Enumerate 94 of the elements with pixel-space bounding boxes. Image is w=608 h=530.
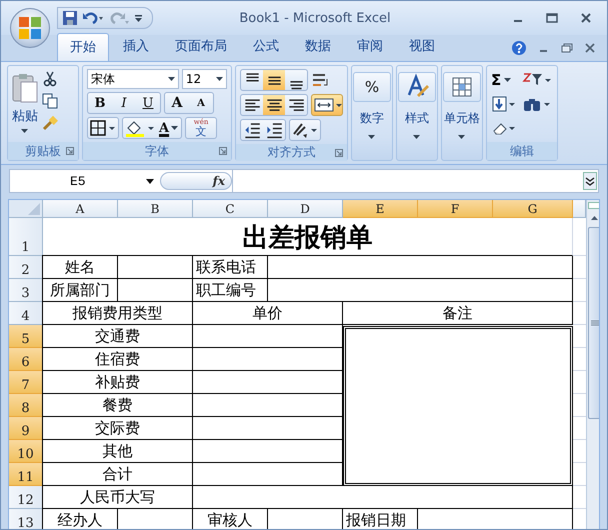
caret-icon (368, 135, 376, 140)
align-button[interactable] (263, 70, 285, 90)
column-header[interactable]: B (118, 200, 193, 218)
corner-triangle-icon (28, 203, 40, 215)
column-header[interactable]: E (343, 200, 418, 218)
undo-icon[interactable] (82, 10, 104, 26)
number-button[interactable]: % 数字 (352, 70, 392, 160)
shrink-font-button[interactable]: A (189, 93, 213, 113)
row-header[interactable]: 5 (9, 325, 43, 348)
group-label: 对齐方式 (268, 144, 316, 161)
table-cell: 餐费 (43, 394, 193, 417)
row-header[interactable]: 3 (9, 279, 43, 302)
grow-font-button[interactable]: A (165, 93, 189, 113)
row-header[interactable]: 11 (9, 463, 43, 486)
close-icon[interactable] (581, 13, 591, 23)
table-cell: 报销费用类型 (43, 302, 193, 325)
table-cell: 交通费 (43, 325, 193, 348)
name-box[interactable]: E5 (10, 170, 160, 192)
table-cell: 交际费 (43, 417, 193, 440)
group-label: 剪贴板 (25, 142, 61, 160)
table-cell: 所属部门 (43, 279, 118, 302)
help-icon[interactable] (511, 40, 527, 56)
caret-icon (413, 135, 421, 140)
bold-button[interactable]: B (88, 93, 112, 113)
paste-button[interactable]: 粘贴 (12, 69, 38, 139)
row-header[interactable]: 9 (9, 417, 43, 440)
table-cell: 住宿费 (43, 348, 193, 371)
row-header[interactable]: 4 (9, 302, 43, 325)
close-icon[interactable] (585, 43, 595, 53)
save-icon[interactable] (62, 10, 78, 26)
table-cell: 报销日期 (343, 509, 418, 529)
row-header[interactable]: 8 (9, 394, 43, 417)
column-header[interactable]: A (43, 200, 118, 218)
italic-button[interactable]: I (112, 93, 136, 113)
column-header[interactable]: C (193, 200, 268, 218)
row-header[interactable]: 12 (9, 486, 43, 509)
caret-icon (216, 77, 223, 81)
scissors-icon[interactable] (42, 71, 58, 87)
row-header[interactable]: 2 (9, 256, 43, 279)
restore-icon[interactable] (561, 43, 573, 53)
merge-center-button[interactable] (311, 94, 343, 116)
ribbon-tab[interactable]: 审阅 (345, 33, 395, 61)
row-header[interactable]: 1 (9, 218, 43, 256)
table-cell: 备注 (343, 302, 573, 325)
font-name-box[interactable]: 宋体 (87, 69, 179, 89)
table-cell: 人民币大写 (43, 486, 193, 509)
ribbon-tab[interactable]: 数据 (293, 33, 343, 61)
column-header[interactable]: D (268, 200, 343, 218)
caret-icon (504, 78, 512, 82)
ribbon-tab[interactable]: 视图 (397, 33, 447, 61)
table-cell: 姓名 (43, 256, 118, 279)
row-header[interactable]: 13 (9, 509, 43, 529)
group-label: 编辑 (510, 142, 534, 160)
caret-icon (458, 135, 466, 140)
row-header[interactable]: 10 (9, 440, 43, 463)
caret-icon (21, 129, 29, 134)
expand-icon[interactable] (583, 172, 597, 190)
styles-button[interactable]: 样式 (397, 70, 437, 160)
caret-icon (171, 126, 180, 130)
insert-function-button[interactable]: fx (212, 174, 225, 188)
ribbon-tab[interactable]: 页面布局 (163, 33, 239, 61)
caret-icon (168, 77, 175, 81)
cells-button[interactable]: 单元格 (442, 70, 482, 160)
column-header[interactable]: F (418, 200, 493, 218)
ribbon-tab[interactable]: 开始 (57, 33, 109, 61)
autosum-button[interactable]: Σ (491, 71, 517, 89)
table-cell: 单价 (193, 302, 343, 325)
window-title: Book1 - Microsoft Excel (238, 10, 392, 26)
group-label: 字体 (145, 142, 169, 160)
dialog-launcher-icon[interactable] (66, 147, 74, 155)
office-logo-icon (16, 14, 44, 42)
dialog-launcher-icon[interactable] (219, 147, 227, 155)
font-size-box[interactable]: 12 (182, 69, 227, 89)
scrollbar-thumb[interactable] (588, 227, 599, 419)
table-cell: 其他 (43, 440, 193, 463)
table-cell: 补贴费 (43, 371, 193, 394)
table-cell: 合计 (43, 463, 193, 486)
borders-icon[interactable] (88, 118, 118, 138)
maximize-icon[interactable] (546, 13, 558, 23)
table-cell: 联系电话 (193, 256, 268, 279)
align-button[interactable] (263, 95, 285, 115)
caret-icon (146, 178, 154, 184)
fill-icon[interactable] (491, 95, 517, 113)
row-header[interactable]: 6 (9, 348, 43, 371)
table-cell: 职工编号 (193, 279, 268, 302)
format-painter-icon[interactable] (42, 115, 58, 131)
row-header[interactable]: 7 (9, 371, 43, 394)
ribbon-tab[interactable]: 公式 (241, 33, 291, 61)
underline-button[interactable]: U (136, 93, 160, 113)
ribbon-tab[interactable]: 插入 (111, 33, 161, 61)
column-header[interactable]: G (493, 200, 573, 218)
dialog-launcher-icon[interactable] (335, 149, 343, 157)
copy-icon[interactable] (42, 93, 58, 109)
table-cell: 出差报销单 (43, 218, 573, 256)
